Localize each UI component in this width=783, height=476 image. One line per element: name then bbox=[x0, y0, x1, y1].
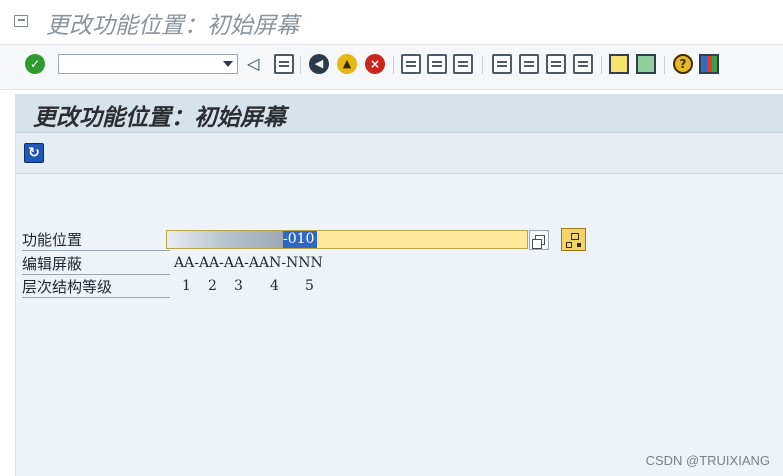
hierarchy-level-1: 1 bbox=[182, 278, 191, 294]
page-title: 更改功能位置：初始屏幕 bbox=[33, 105, 286, 131]
standard-toolbar: ✓ ◁ ◀ ▲ × ? bbox=[0, 44, 783, 90]
back-arrow-icon[interactable]: ◁ bbox=[247, 54, 267, 74]
edit-mask-value: AA-AA-AA-AAN-NNN bbox=[174, 255, 323, 271]
watermark: CSDN @TRUIXIANG bbox=[645, 453, 770, 468]
window-menu-icon[interactable] bbox=[14, 15, 28, 27]
toolbar-separator bbox=[300, 56, 301, 74]
refresh-icon[interactable]: ↻ bbox=[24, 143, 44, 163]
copy-icon[interactable] bbox=[529, 230, 549, 250]
prev-page-icon[interactable] bbox=[519, 54, 539, 74]
functional-location-label: 功能位置 bbox=[22, 230, 170, 251]
application-toolbar: ↻ bbox=[16, 133, 783, 174]
find-next-icon[interactable] bbox=[453, 54, 473, 74]
new-session-icon[interactable] bbox=[609, 54, 629, 74]
exit-icon[interactable]: ▲ bbox=[337, 54, 357, 74]
find-icon[interactable] bbox=[427, 54, 447, 74]
toolbar-separator bbox=[664, 56, 665, 74]
hierarchy-levels-label: 层次结构等级 bbox=[22, 277, 170, 298]
next-page-icon[interactable] bbox=[546, 54, 566, 74]
screen-header: 更改功能位置：初始屏幕 bbox=[16, 94, 783, 133]
save-icon[interactable] bbox=[274, 54, 294, 74]
hierarchy-level-5: 5 bbox=[305, 278, 314, 294]
redacted-prefix bbox=[167, 231, 283, 248]
window-titlebar: 更改功能位置：初始屏幕 bbox=[0, 0, 783, 44]
hierarchy-level-3: 3 bbox=[234, 278, 243, 294]
last-page-icon[interactable] bbox=[573, 54, 593, 74]
toolbar-separator bbox=[601, 56, 602, 74]
hierarchy-level-2: 2 bbox=[208, 278, 217, 294]
structure-icon[interactable] bbox=[561, 228, 586, 251]
shortcut-icon[interactable] bbox=[636, 54, 656, 74]
window-title: 更改功能位置：初始屏幕 bbox=[46, 13, 299, 39]
customize-layout-icon[interactable] bbox=[699, 54, 719, 74]
hierarchy-level-4: 4 bbox=[270, 278, 279, 294]
edit-mask-label: 编辑屏蔽 bbox=[22, 254, 170, 275]
help-icon[interactable]: ? bbox=[673, 54, 693, 74]
first-page-icon[interactable] bbox=[492, 54, 512, 74]
back-icon[interactable]: ◀ bbox=[309, 54, 329, 74]
print-icon[interactable] bbox=[401, 54, 421, 74]
functional-location-selected-text: -010 bbox=[283, 231, 317, 248]
ok-icon[interactable]: ✓ bbox=[25, 54, 45, 74]
toolbar-separator bbox=[482, 56, 483, 74]
command-field[interactable] bbox=[58, 54, 238, 74]
toolbar-separator bbox=[393, 56, 394, 74]
cancel-icon[interactable]: × bbox=[365, 54, 385, 74]
chevron-down-icon[interactable] bbox=[223, 61, 233, 67]
functional-location-input[interactable]: -010 bbox=[166, 230, 528, 249]
main-screen: 更改功能位置：初始屏幕 ↻ 功能位置 -010 编辑屏蔽 AA-AA-AA-AA… bbox=[15, 94, 783, 476]
